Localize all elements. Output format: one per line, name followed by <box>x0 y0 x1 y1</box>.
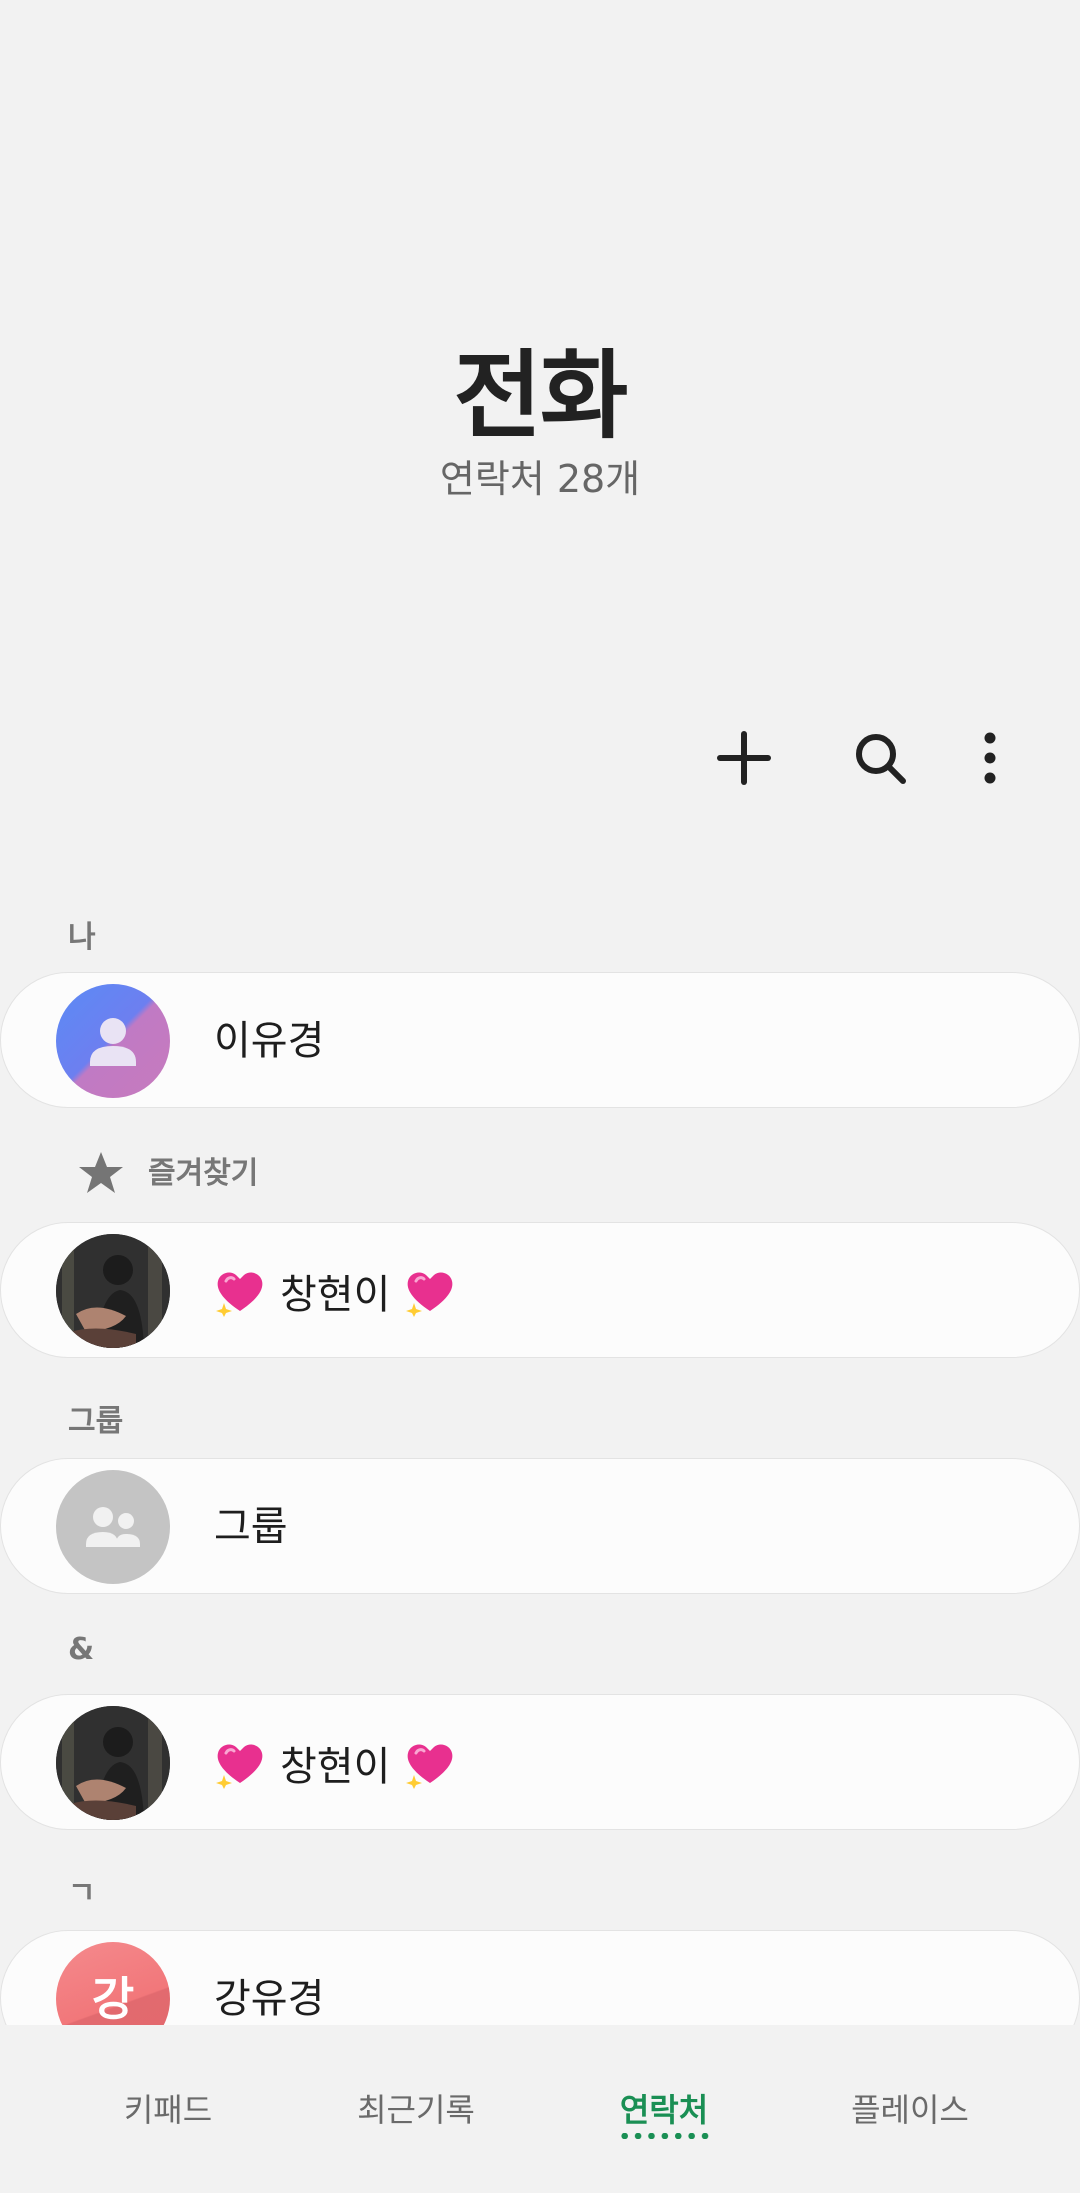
favorite-contact-card[interactable]: 창현이 <box>0 1222 1080 1358</box>
group-name: 그룹 <box>214 1504 288 1550</box>
add-contact-button[interactable] <box>694 708 794 808</box>
sparkling-heart-icon <box>216 1272 263 1317</box>
sparkling-heart-icon <box>406 1744 453 1789</box>
section-label-giyeok: ㄱ <box>68 1876 96 1911</box>
large-header: 전화 연락처 28개 <box>0 0 1080 700</box>
contact-name: 강유경 <box>214 1976 325 2022</box>
tab-contacts[interactable]: 연락처 <box>554 2085 774 2131</box>
avatar-initial: 강 <box>56 1942 170 2025</box>
section-label-groups: 그룹 <box>68 1404 124 1439</box>
plus-icon <box>717 731 771 785</box>
bottom-navigation: 키패드 최근기록 연락처 플레이스 <box>0 2025 1080 2193</box>
contact-list[interactable]: 나 이유경 즐겨찾기 창현이 그룹 그룹 & 창현이 ㄱ 강 강유경 <box>0 880 1080 2025</box>
search-icon <box>856 734 906 784</box>
contact-count: 연락처 28개 <box>439 457 641 501</box>
contact-name: 이유경 <box>214 1018 325 1064</box>
section-label-me: 나 <box>68 920 96 955</box>
contact-name: 창현이 <box>280 1272 391 1318</box>
my-profile-card[interactable]: 이유경 <box>0 972 1080 1108</box>
contact-card[interactable]: 창현이 <box>0 1694 1080 1830</box>
avatar <box>56 984 170 1098</box>
tab-places[interactable]: 플레이스 <box>800 2085 1020 2131</box>
person-icon <box>90 1018 136 1066</box>
toolbar <box>0 708 1080 808</box>
star-icon <box>79 1152 123 1193</box>
section-label-amp: & <box>68 1632 95 1667</box>
avatar-photo <box>56 1706 170 1820</box>
sparkling-heart-icon <box>406 1272 453 1317</box>
photo-placeholder <box>56 1706 170 1820</box>
search-button[interactable] <box>830 708 930 808</box>
avatar-photo <box>56 1234 170 1348</box>
contact-name-row: 창현이 <box>214 1223 456 1359</box>
tab-recents[interactable]: 최근기록 <box>306 2085 526 2131</box>
phone-contacts-screen: 전화 연락처 28개 나 이유경 즐겨찾기 창현이 그룹 그룹 & 창현이 ㄱ … <box>0 0 1080 2193</box>
contact-card[interactable]: 강 강유경 <box>0 1930 1080 2025</box>
groups-card[interactable]: 그룹 <box>0 1458 1080 1594</box>
photo-placeholder <box>56 1234 170 1348</box>
contact-name-row: 창현이 <box>214 1695 456 1831</box>
more-options-button[interactable] <box>940 708 1040 808</box>
active-tab-indicator <box>618 2133 712 2139</box>
section-label-favorites: 즐겨찾기 <box>148 1156 259 1191</box>
contact-name: 창현이 <box>280 1744 391 1790</box>
avatar <box>56 1470 170 1584</box>
group-icon <box>86 1507 140 1547</box>
tab-keypad[interactable]: 키패드 <box>58 2085 278 2131</box>
sparkling-heart-icon <box>216 1744 263 1789</box>
page-title: 전화 <box>453 340 629 452</box>
more-vertical-icon <box>984 732 996 784</box>
